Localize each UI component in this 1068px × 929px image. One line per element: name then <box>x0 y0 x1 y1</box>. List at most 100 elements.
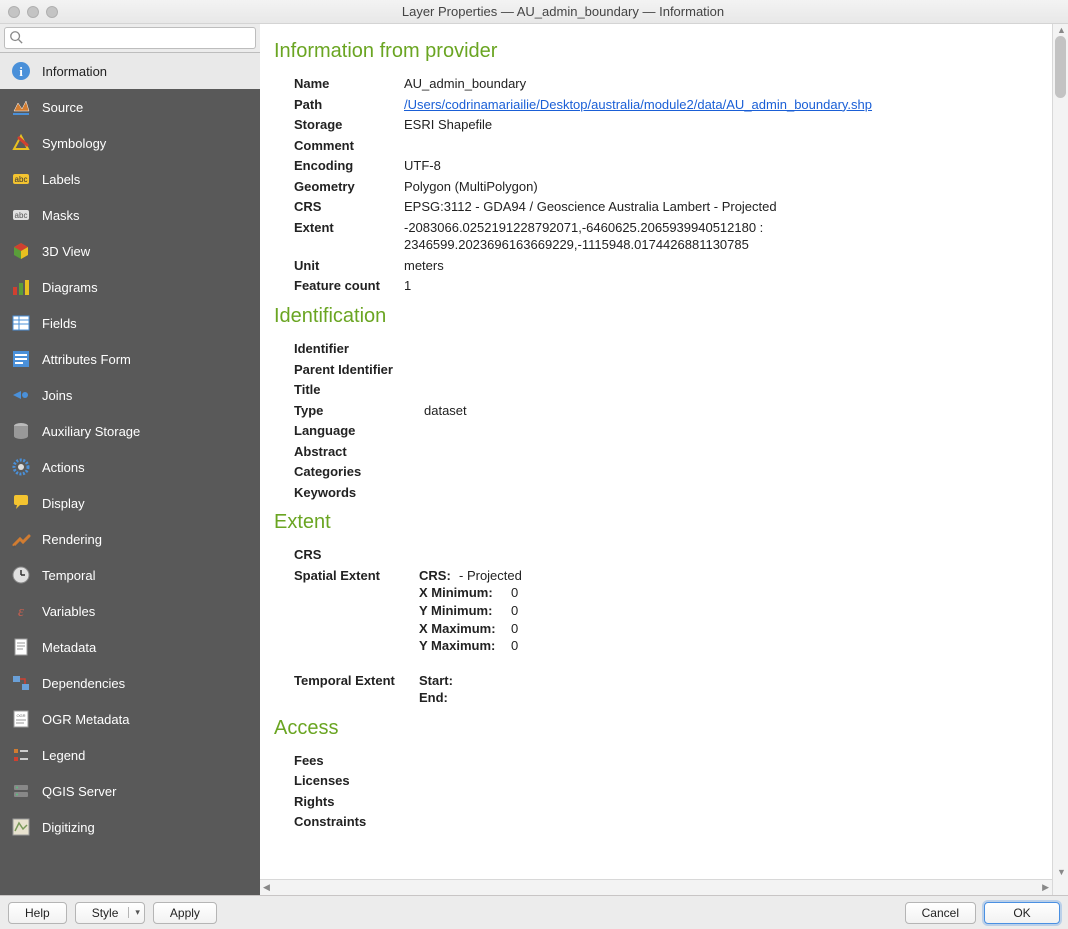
horizontal-scrollbar[interactable]: ◀ ▶ <box>260 879 1052 895</box>
ok-button[interactable]: OK <box>984 902 1060 924</box>
label-parent-identifier: Parent Identifier <box>294 361 424 379</box>
style-button[interactable]: Style▾ <box>75 902 145 924</box>
sidebar-item-label: Attributes Form <box>42 352 131 367</box>
sidebar-item-dependencies[interactable]: Dependencies <box>0 665 260 701</box>
sidebar-item-label: Digitizing <box>42 820 95 835</box>
sidebar-item-temporal[interactable]: Temporal <box>0 557 260 593</box>
sidebar-item-diagrams[interactable]: Diagrams <box>0 269 260 305</box>
minimize-window-button[interactable] <box>27 6 39 18</box>
path-link[interactable]: /Users/codrinamariailie/Desktop/australi… <box>404 97 872 112</box>
label-categories: Categories <box>294 463 424 481</box>
fields-icon <box>10 312 32 334</box>
label-extent: Extent <box>294 219 404 254</box>
apply-button[interactable]: Apply <box>153 902 217 924</box>
scroll-right-icon[interactable]: ▶ <box>1039 882 1052 893</box>
label-rights: Rights <box>294 793 404 811</box>
label-crs: CRS <box>294 198 404 216</box>
zoom-window-button[interactable] <box>46 6 58 18</box>
scroll-up-icon[interactable]: ▲ <box>1057 25 1066 35</box>
value-extent: -2083066.0252191228792071,-6460625.20659… <box>404 219 1038 254</box>
content-panel: Information from provider NameAU_admin_b… <box>260 24 1052 895</box>
gear-icon <box>10 456 32 478</box>
sidebar-item-3d-view[interactable]: 3D View <box>0 233 260 269</box>
label-fees: Fees <box>294 752 404 770</box>
svg-text:OGR: OGR <box>16 713 25 718</box>
label-constraints: Constraints <box>294 813 404 831</box>
sidebar-item-labels[interactable]: abc Labels <box>0 161 260 197</box>
display-icon <box>10 492 32 514</box>
svg-text:i: i <box>19 64 23 79</box>
svg-text:abc: abc <box>15 175 28 184</box>
window-controls[interactable] <box>8 6 58 18</box>
storage-icon <box>10 420 32 442</box>
section-heading-identification: Identification <box>274 305 1038 328</box>
sidebar-item-ogr-metadata[interactable]: OGR OGR Metadata <box>0 701 260 737</box>
legend-icon <box>10 744 32 766</box>
sidebar-item-label: Variables <box>42 604 95 619</box>
access-table: Fees Licenses Rights Constraints <box>294 752 1038 831</box>
sidebar-item-rendering[interactable]: Rendering <box>0 521 260 557</box>
symbology-icon <box>10 132 32 154</box>
sidebar-item-information[interactable]: i Information <box>0 53 260 89</box>
window-title: Layer Properties — AU_admin_boundary — I… <box>66 4 1060 19</box>
sidebar-item-legend[interactable]: Legend <box>0 737 260 773</box>
sidebar-item-symbology[interactable]: Symbology <box>0 125 260 161</box>
value-crs: EPSG:3112 - GDA94 / Geoscience Australia… <box>404 198 1038 216</box>
label-geometry: Geometry <box>294 178 404 196</box>
value-name: AU_admin_boundary <box>404 75 1038 93</box>
main-content: i Information Source Symbology abc <box>0 24 1068 895</box>
source-icon <box>10 96 32 118</box>
vertical-scrollbar[interactable]: ▲ ▼ <box>1052 24 1068 895</box>
sidebar-item-fields[interactable]: Fields <box>0 305 260 341</box>
spatial-extent-values: CRS: - Projected X Minimum: 0 Y Minimum:… <box>419 567 1038 655</box>
label-unit: Unit <box>294 257 404 275</box>
identification-table: Identifier Parent Identifier Title Typed… <box>294 340 1038 501</box>
sidebar-item-auxiliary-storage[interactable]: Auxiliary Storage <box>0 413 260 449</box>
sidebar-item-masks[interactable]: abc Masks <box>0 197 260 233</box>
sidebar-item-label: Fields <box>42 316 77 331</box>
cancel-button[interactable]: Cancel <box>905 902 976 924</box>
sidebar-item-metadata[interactable]: Metadata <box>0 629 260 665</box>
sidebar-item-source[interactable]: Source <box>0 89 260 125</box>
value-encoding: UTF-8 <box>404 157 1038 175</box>
sidebar-item-joins[interactable]: Joins <box>0 377 260 413</box>
digitizing-icon <box>10 816 32 838</box>
vscroll-thumb[interactable] <box>1055 36 1066 98</box>
close-window-button[interactable] <box>8 6 20 18</box>
sidebar-item-label: QGIS Server <box>42 784 116 799</box>
value-geometry: Polygon (MultiPolygon) <box>404 178 1038 196</box>
dependencies-icon <box>10 672 32 694</box>
sidebar-item-label: Dependencies <box>42 676 125 691</box>
sidebar-item-actions[interactable]: Actions <box>0 449 260 485</box>
rendering-icon <box>10 528 32 550</box>
cube-icon <box>10 240 32 262</box>
sidebar-item-label: Information <box>42 64 107 79</box>
joins-icon <box>10 384 32 406</box>
label-encoding: Encoding <box>294 157 404 175</box>
sidebar-item-label: Labels <box>42 172 80 187</box>
sidebar-item-label: OGR Metadata <box>42 712 129 727</box>
sidebar-item-variables[interactable]: ε Variables <box>0 593 260 629</box>
sidebar-item-digitizing[interactable]: Digitizing <box>0 809 260 845</box>
label-path: Path <box>294 96 404 114</box>
sidebar-search-wrap <box>0 24 260 53</box>
sidebar-item-label: Legend <box>42 748 85 763</box>
masks-icon: abc <box>10 204 32 226</box>
sidebar-item-qgis-server[interactable]: QGIS Server <box>0 773 260 809</box>
variables-icon: ε <box>10 600 32 622</box>
hscroll-thumb[interactable] <box>275 882 1035 893</box>
scroll-down-icon[interactable]: ▼ <box>1057 867 1066 877</box>
button-bar: Help Style▾ Apply Cancel OK <box>0 895 1068 929</box>
sidebar-search-input[interactable] <box>4 27 256 49</box>
section-heading-extent: Extent <box>274 511 1038 534</box>
extent-table: CRS Spatial Extent CRS: - Projected X Mi… <box>294 546 1038 706</box>
sidebar-item-label: 3D View <box>42 244 90 259</box>
sidebar-item-display[interactable]: Display <box>0 485 260 521</box>
scroll-left-icon[interactable]: ◀ <box>260 882 273 893</box>
help-button[interactable]: Help <box>8 902 67 924</box>
sidebar-item-attributes-form[interactable]: Attributes Form <box>0 341 260 377</box>
sidebar-item-label: Joins <box>42 388 72 403</box>
info-icon: i <box>10 60 32 82</box>
value-comment <box>404 137 1038 155</box>
label-keywords: Keywords <box>294 484 424 502</box>
